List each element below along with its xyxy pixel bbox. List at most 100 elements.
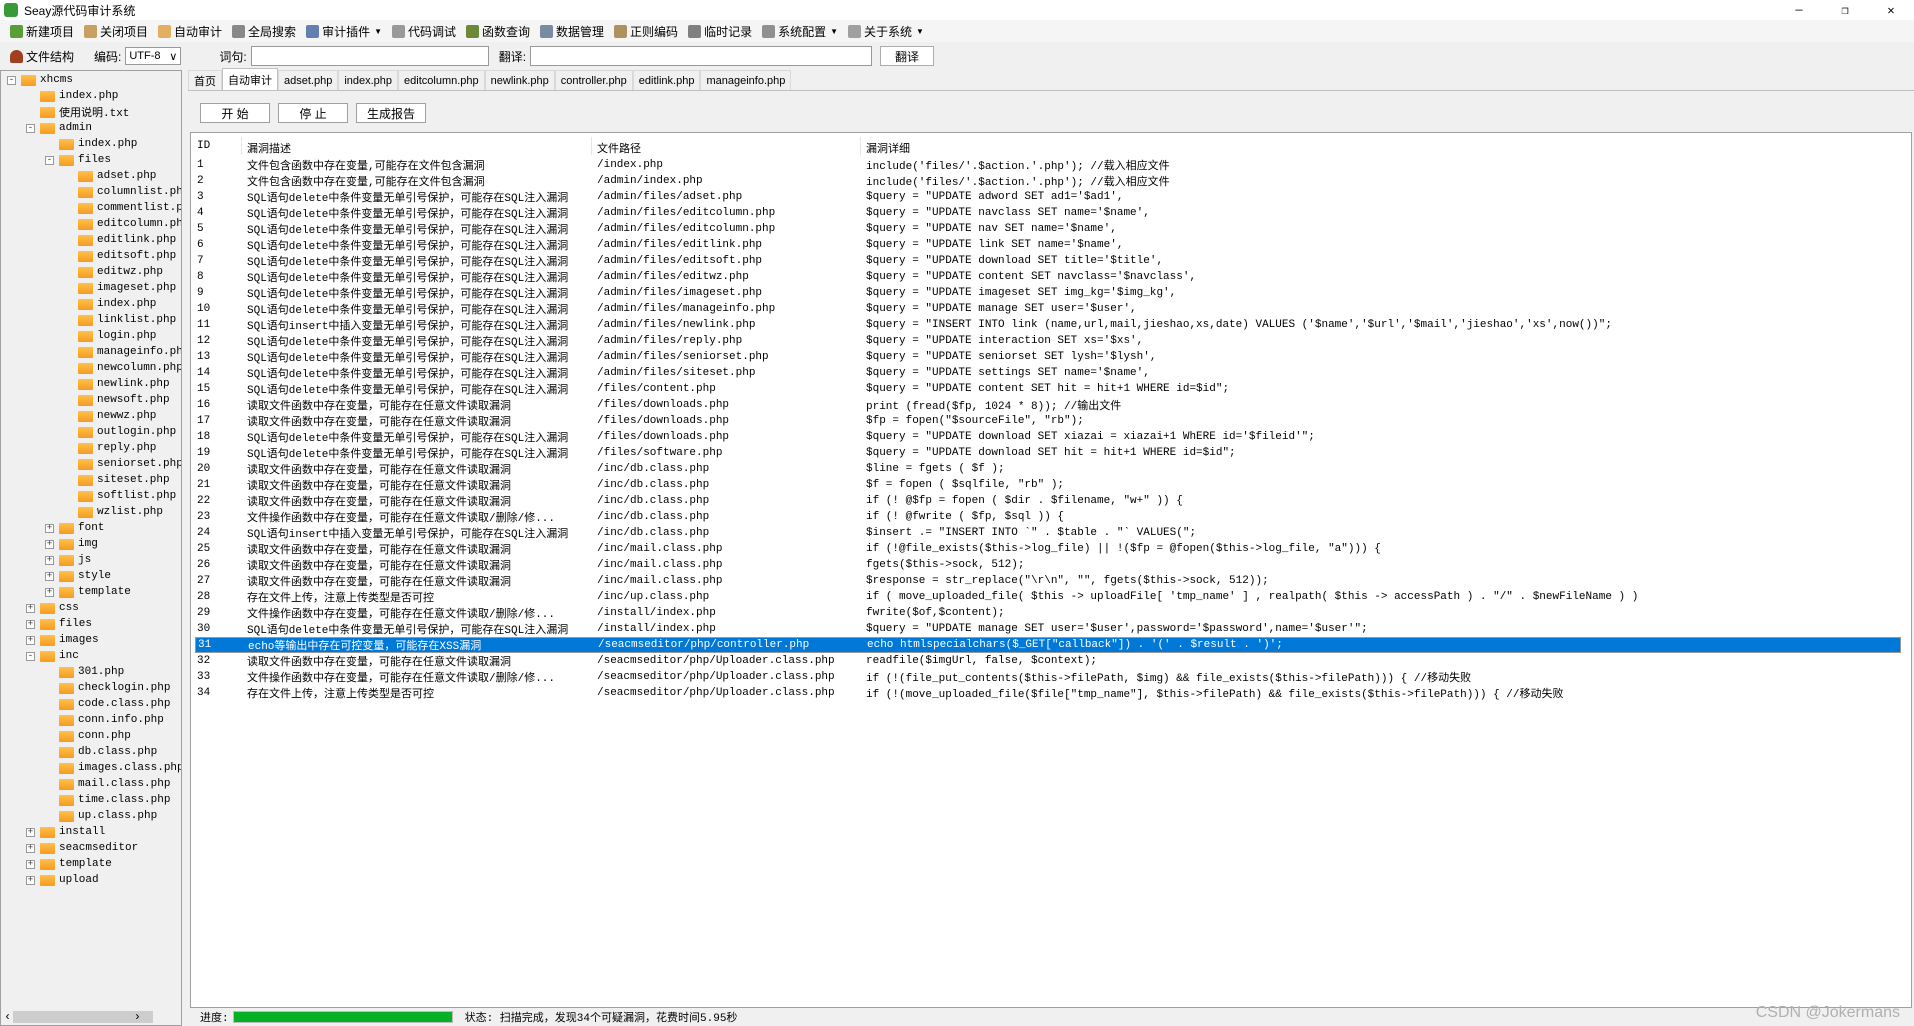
expand-icon[interactable]: +	[45, 539, 54, 549]
dropdown-arrow-icon[interactable]: ▼	[374, 27, 382, 36]
expand-icon[interactable]: +	[45, 555, 54, 565]
column-header-detail[interactable]: 漏洞详细	[866, 140, 910, 156]
table-row[interactable]: 7 SQL语句delete中条件变量无单引号保护，可能存在SQL注入漏洞/admi…	[195, 253, 1901, 269]
expand-icon[interactable]: +	[45, 571, 54, 581]
toolbar-button-3[interactable]: 全局搜索	[232, 23, 296, 40]
expand-icon[interactable]: +	[26, 875, 35, 885]
scroll-right-icon[interactable]: ›	[134, 1010, 141, 1024]
tree-node[interactable]: + img	[45, 536, 98, 552]
tree-node[interactable]: conn.info.php	[45, 712, 164, 728]
tree-node[interactable]: manageinfo.php	[64, 344, 181, 360]
tab-0[interactable]: 首页	[188, 70, 222, 90]
tree-node[interactable]: index.php	[26, 88, 118, 104]
encoding-select[interactable]: UTF-8 ∨	[125, 47, 182, 65]
table-row[interactable]: 8 SQL语句delete中条件变量无单引号保护，可能存在SQL注入漏洞/admi…	[195, 269, 1901, 285]
tab-3[interactable]: index.php	[338, 70, 399, 90]
table-row[interactable]: 34 存在文件上传，注意上传类型是否可控/seacmseditor/php/Upl…	[195, 685, 1901, 701]
tree-node[interactable]: 301.php	[45, 664, 124, 680]
stop-button[interactable]: 停 止	[278, 103, 348, 123]
tree-node[interactable]: code.class.php	[45, 696, 170, 712]
dropdown-arrow-icon[interactable]: ▼	[916, 27, 924, 36]
tree-node[interactable]: outlogin.php	[64, 424, 176, 440]
table-row[interactable]: 13 SQL语句delete中条件变量无单引号保护，可能存在SQL注入漏洞/adm…	[195, 349, 1901, 365]
table-row[interactable]: 29 文件操作函数中存在变量，可能存在任意文件读取/删除/修... /install…	[195, 605, 1901, 621]
table-row[interactable]: 31 echo等输出中存在可控变量，可能存在XSS漏洞/seacmseditor/…	[195, 637, 1901, 653]
tree-node[interactable]: images.class.php	[45, 760, 181, 776]
tree-node[interactable]: + files	[26, 616, 92, 632]
scroll-left-icon[interactable]: ‹	[4, 1010, 11, 1024]
minimize-button[interactable]: —	[1776, 0, 1822, 20]
word-input[interactable]	[250, 46, 489, 66]
toolbar-button-8[interactable]: 正则编码	[614, 23, 678, 40]
tree-node[interactable]: checklogin.php	[45, 680, 170, 696]
file-structure-button[interactable]: 文件结构	[10, 48, 74, 65]
table-row[interactable]: 14 SQL语句delete中条件变量无单引号保护，可能存在SQL注入漏洞/adm…	[195, 365, 1901, 381]
table-row[interactable]: 26 读取文件函数中存在变量，可能存在任意文件读取漏洞/inc/mail.clas…	[195, 557, 1901, 573]
toolbar-button-10[interactable]: 系统配置 ▼	[762, 23, 838, 40]
table-row[interactable]: 6 SQL语句delete中条件变量无单引号保护，可能存在SQL注入漏洞/admi…	[195, 237, 1901, 253]
tree-node[interactable]: seniorset.php	[64, 456, 181, 472]
tree-node[interactable]: siteset.php	[64, 472, 170, 488]
tree-node[interactable]: - xhcms	[7, 72, 73, 88]
tree-node[interactable]: + seacmseditor	[26, 840, 138, 856]
table-row[interactable]: 24 SQL语句insert中插入变量无单引号保护，可能存在SQL注入漏洞/inc…	[195, 525, 1901, 541]
tree-node[interactable]: + style	[45, 568, 111, 584]
tree-node[interactable]: index.php	[64, 296, 156, 312]
dropdown-arrow-icon[interactable]: ▼	[830, 27, 838, 36]
tree-node[interactable]: + template	[45, 584, 131, 600]
toolbar-button-5[interactable]: 代码调试	[392, 23, 456, 40]
table-row[interactable]: 9 SQL语句delete中条件变量无单引号保护，可能存在SQL注入漏洞/admi…	[195, 285, 1901, 301]
tree-node[interactable]: editwz.php	[64, 264, 163, 280]
tree-node[interactable]: - inc	[26, 648, 79, 664]
translate-input[interactable]	[530, 46, 873, 66]
tab-2[interactable]: adset.php	[278, 70, 339, 90]
expand-icon[interactable]: +	[26, 619, 35, 629]
tree-node[interactable]: - files	[45, 152, 111, 168]
collapse-icon[interactable]: -	[26, 651, 35, 661]
table-row[interactable]: 23 文件操作函数中存在变量，可能存在任意文件读取/删除/修... /inc/db.…	[195, 509, 1901, 525]
column-header-description[interactable]: 漏洞描述	[247, 140, 291, 156]
tab-7[interactable]: editlink.php	[632, 70, 701, 90]
column-header-path[interactable]: 文件路径	[597, 140, 641, 156]
table-row[interactable]: 20 读取文件函数中存在变量，可能存在任意文件读取漏洞/inc/db.class.…	[195, 461, 1901, 477]
tree-node[interactable]: wzlist.php	[64, 504, 163, 520]
toolbar-button-7[interactable]: 数据管理	[540, 23, 604, 40]
generate-report-button[interactable]: 生成报告	[356, 103, 426, 123]
scrollbar-thumb[interactable]	[13, 1011, 153, 1023]
tab-1[interactable]: 自动审计	[222, 68, 278, 90]
tab-8[interactable]: manageinfo.php	[700, 70, 792, 90]
tree-node[interactable]: commentlist.php	[64, 200, 181, 216]
tree-node[interactable]: login.php	[64, 328, 156, 344]
translate-button[interactable]: 翻译	[880, 46, 935, 66]
tab-4[interactable]: editcolumn.php	[398, 70, 485, 90]
table-row[interactable]: 17 读取文件函数中存在变量，可能存在任意文件读取漏洞/files/downloa…	[195, 413, 1901, 429]
expand-icon[interactable]: +	[45, 523, 54, 533]
table-row[interactable]: 22 读取文件函数中存在变量，可能存在任意文件读取漏洞/inc/db.class.…	[195, 493, 1901, 509]
tab-6[interactable]: controller.php	[554, 70, 633, 90]
tree-node[interactable]: linklist.php	[64, 312, 176, 328]
tree-node[interactable]: + images	[26, 632, 99, 648]
collapse-icon[interactable]: -	[45, 155, 54, 165]
table-row[interactable]: 5 SQL语句delete中条件变量无单引号保护，可能存在SQL注入漏洞/admi…	[195, 221, 1901, 237]
tree-node[interactable]: reply.php	[64, 440, 156, 456]
column-header-id[interactable]: ID	[197, 140, 210, 152]
table-row[interactable]: 4 SQL语句delete中条件变量无单引号保护，可能存在SQL注入漏洞/admi…	[195, 205, 1901, 221]
start-button[interactable]: 开 始	[200, 103, 270, 123]
tree-node[interactable]: time.class.php	[45, 792, 170, 808]
table-row[interactable]: 32 读取文件函数中存在变量，可能存在任意文件读取漏洞/seacmseditor/…	[195, 653, 1901, 669]
toolbar-button-4[interactable]: 审计插件 ▼	[306, 23, 382, 40]
tree-node[interactable]: db.class.php	[45, 744, 157, 760]
table-row[interactable]: 27 读取文件函数中存在变量，可能存在任意文件读取漏洞/inc/mail.clas…	[195, 573, 1901, 589]
tree-node[interactable]: conn.php	[45, 728, 131, 744]
table-row[interactable]: 1 文件包含函数中存在变量,可能存在文件包含漏洞/index.php include…	[195, 157, 1901, 173]
tree-node[interactable]: adset.php	[64, 168, 156, 184]
tree-node[interactable]: columnlist.php	[64, 184, 181, 200]
tree-node[interactable]: + font	[45, 520, 104, 536]
table-row[interactable]: 15 SQL语句delete中条件变量无单引号保护，可能存在SQL注入漏洞/fil…	[195, 381, 1901, 397]
tree-node[interactable]: editsoft.php	[64, 248, 176, 264]
tree-node[interactable]: mail.class.php	[45, 776, 170, 792]
table-row[interactable]: 30 SQL语句delete中条件变量无单引号保护，可能存在SQL注入漏洞/ins…	[195, 621, 1901, 637]
collapse-icon[interactable]: -	[7, 75, 16, 85]
collapse-icon[interactable]: -	[26, 123, 35, 133]
tree-node[interactable]: imageset.php	[64, 280, 176, 296]
